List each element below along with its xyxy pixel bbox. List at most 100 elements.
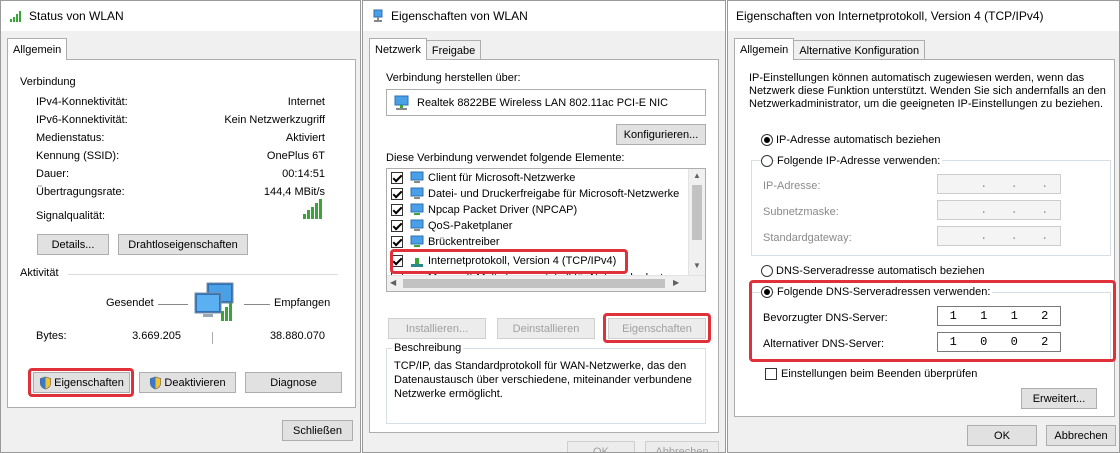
list-item[interactable]: Client für Microsoft-Netzwerke — [387, 170, 687, 186]
subnet-label: Subnetzmaske: — [763, 206, 839, 218]
adapter-name: Realtek 8822BE Wireless LAN 802.11ac PCI… — [417, 97, 669, 109]
list-item[interactable]: Internetprotokoll, Version 4 (TCP/IPv4) — [387, 253, 687, 269]
hscrollbar-thumb[interactable] — [403, 279, 665, 288]
list-item[interactable]: Brückentreiber — [387, 234, 687, 250]
ok-button[interactable]: OK — [567, 441, 635, 452]
item-checkbox[interactable] — [391, 172, 403, 184]
alternate-dns-label: Alternativer DNS-Server: — [763, 338, 885, 350]
ip-address-field[interactable]: . . . — [937, 174, 1061, 194]
ip-auto-label[interactable]: IP-Adresse automatisch beziehen — [776, 134, 940, 146]
tab-general[interactable]: Allgemein — [734, 38, 795, 60]
uninstall-button[interactable]: Deinstallieren — [497, 318, 595, 339]
ipv6-value: Kein Netzwerkzugriff — [224, 114, 325, 126]
signal-label: Signalqualität: — [36, 210, 106, 222]
ip-manual-radio[interactable] — [761, 155, 773, 167]
subnet-field[interactable]: . . . — [937, 200, 1061, 220]
item-checkbox[interactable] — [391, 204, 403, 216]
horizontal-scrollbar[interactable]: ◀ ▶ — [387, 275, 705, 291]
dns-auto-radio[interactable] — [761, 265, 773, 277]
item-label: QoS-Paketplaner — [428, 220, 513, 232]
ip-octet: 1 — [949, 309, 957, 323]
alternate-dns-field[interactable]: 1 0 0 2 — [937, 332, 1061, 352]
network-service-icon — [410, 219, 424, 231]
list-item[interactable]: Datei- und Druckerfreigabe für Microsoft… — [387, 186, 687, 202]
dns-manual-radio[interactable] — [761, 286, 773, 298]
tab-network[interactable]: Netzwerk — [369, 38, 427, 60]
diagnose-button[interactable]: Diagnose — [245, 372, 342, 393]
item-label: Npcap Packet Driver (NPCAP) — [428, 204, 578, 216]
install-button[interactable]: Installieren... — [388, 318, 486, 339]
properties-button-label: Eigenschaften — [54, 376, 124, 389]
configure-button[interactable]: Konfigurieren... — [616, 124, 706, 145]
ok-button[interactable]: OK — [967, 425, 1037, 446]
cancel-button[interactable]: Abbrechen — [1046, 425, 1116, 446]
preferred-dns-label: Bevorzugter DNS-Server: — [763, 312, 888, 324]
activity-separator — [212, 332, 213, 344]
ip-dot: . — [1010, 177, 1018, 191]
details-button[interactable]: Details... — [37, 234, 109, 255]
network-protocol-icon — [410, 235, 424, 247]
dns-auto-label[interactable]: DNS-Serveradresse automatisch beziehen — [776, 265, 985, 277]
network-service-icon — [410, 187, 424, 199]
item-properties-button[interactable]: Eigenschaften — [608, 318, 706, 339]
status-window: Status von WLAN Allgemein Verbindung IPv… — [0, 0, 361, 453]
ip-octet: 1 — [980, 309, 988, 323]
ip-manual-label[interactable]: Folgende IP-Adresse verwenden: — [775, 155, 943, 167]
network-adapter-icon — [394, 95, 409, 110]
tab-general[interactable]: Allgemein — [7, 38, 68, 60]
window-title: Eigenschaften von WLAN — [391, 9, 528, 23]
wlan-properties-window: Eigenschaften von WLAN Netzwerk Freigabe… — [362, 0, 726, 453]
ip-dot: . — [1010, 229, 1018, 243]
validate-label[interactable]: Einstellungen beim Beenden überprüfen — [781, 368, 977, 380]
duration-value: 00:14:51 — [282, 168, 325, 180]
properties-button[interactable]: Eigenschaften — [33, 372, 130, 393]
tab-sharing[interactable]: Freigabe — [425, 40, 482, 60]
advanced-button[interactable]: Erweitert... — [1021, 388, 1097, 409]
item-checkbox[interactable] — [391, 220, 403, 232]
validate-checkbox[interactable] — [765, 368, 777, 380]
ip-dot: . — [1041, 229, 1049, 243]
general-panel: Verbindung IPv4-Konnektivität: Internet … — [7, 59, 356, 408]
ssid-label: Kennung (SSID): — [36, 150, 120, 162]
tab-alternate-config[interactable]: Alternative Konfiguration — [793, 40, 926, 60]
item-label: Brückentreiber — [428, 236, 500, 248]
connect-using-label: Verbindung herstellen über: — [386, 72, 521, 84]
media-status-value: Aktiviert — [285, 132, 325, 144]
item-label: Datei- und Druckerfreigabe für Microsoft… — [428, 188, 680, 200]
ip-address-label: IP-Adresse: — [763, 180, 821, 192]
shield-icon — [150, 376, 162, 389]
deactivate-button[interactable]: Deaktivieren — [139, 372, 236, 393]
scroll-up-arrow-icon[interactable]: ▲ — [693, 171, 701, 180]
signal-strength-icon — [303, 199, 322, 219]
close-button[interactable]: Schließen — [282, 420, 353, 441]
scroll-left-arrow-icon[interactable]: ◀ — [390, 278, 396, 287]
tab-bar: Netzwerk Freigabe — [369, 38, 482, 60]
item-checkbox[interactable] — [391, 236, 403, 248]
ip-octet: 1 — [949, 335, 957, 349]
description-header: Beschreibung — [392, 342, 464, 354]
duration-label: Dauer: — [36, 168, 70, 180]
network-protocol-icon — [411, 258, 423, 267]
ip-auto-radio[interactable] — [761, 134, 773, 146]
items-list: Client für Microsoft-Netzwerke Datei- un… — [386, 168, 706, 292]
window-title: Eigenschaften von Internetprotokoll, Ver… — [736, 9, 1044, 23]
network-protocol-icon — [410, 203, 424, 215]
dns-manual-label[interactable]: Folgende DNS-Serveradressen verwenden: — [775, 286, 993, 298]
activity-divider — [68, 274, 338, 275]
item-checkbox[interactable] — [391, 188, 403, 200]
status-window-titlebar: Status von WLAN — [1, 1, 360, 31]
ipv4-label: IPv4-Konnektivität: — [36, 96, 128, 108]
scroll-right-arrow-icon[interactable]: ▶ — [673, 278, 679, 287]
scroll-down-arrow-icon[interactable]: ▼ — [693, 261, 701, 270]
gateway-field[interactable]: . . . — [937, 226, 1061, 246]
rate-label: Übertragungsrate: — [36, 186, 125, 198]
scrollbar-thumb[interactable] — [692, 185, 702, 240]
item-checkbox[interactable] — [391, 255, 403, 267]
list-item[interactable]: QoS-Paketplaner — [387, 218, 687, 234]
ipv4-properties-titlebar: Eigenschaften von Internetprotokoll, Ver… — [728, 1, 1119, 31]
cancel-button[interactable]: Abbrechen — [645, 441, 719, 452]
preferred-dns-field[interactable]: 1 1 1 2 — [937, 306, 1061, 326]
vertical-scrollbar[interactable]: ▲ ▼ — [688, 169, 705, 275]
list-item[interactable]: Npcap Packet Driver (NPCAP) — [387, 202, 687, 218]
wireless-properties-button[interactable]: Drahtloseigenschaften — [118, 234, 248, 255]
